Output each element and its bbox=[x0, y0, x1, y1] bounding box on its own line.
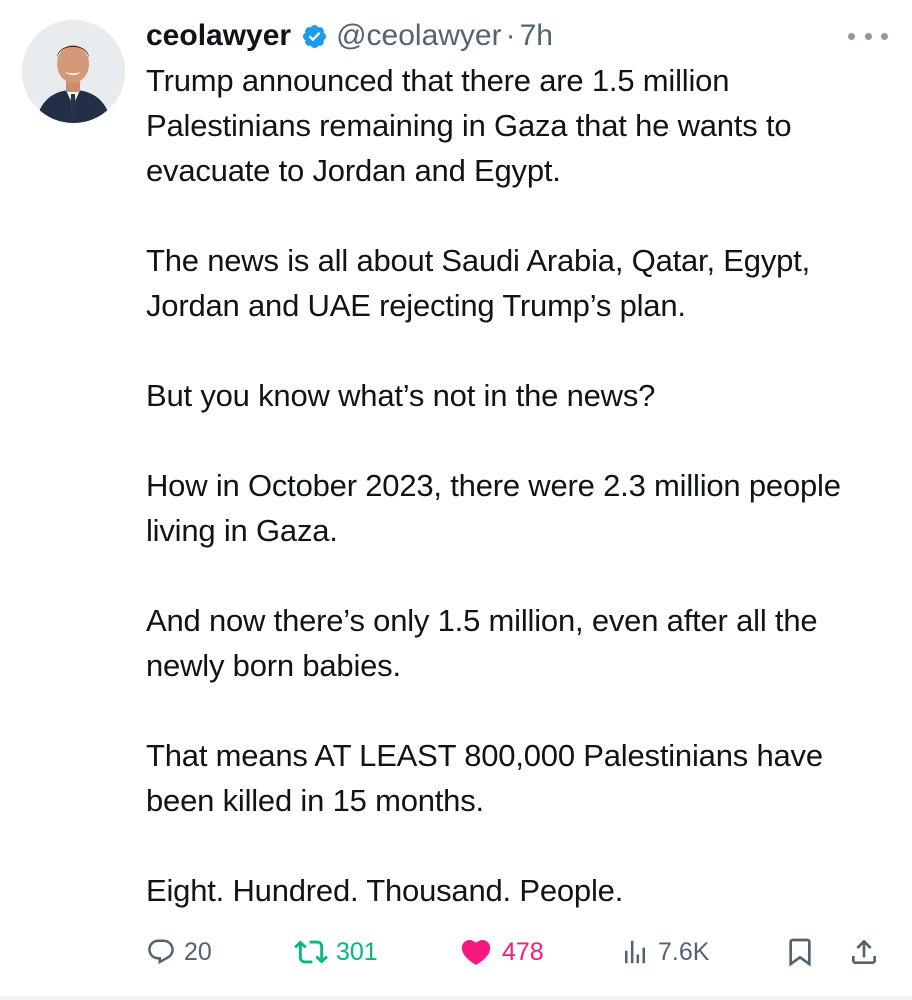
tweet-header: ceolawyer @ceolawyer · 7h bbox=[146, 14, 553, 58]
like-button[interactable]: 478 bbox=[458, 928, 544, 976]
tweet-paragraph: How in October 2023, there were 2.3 mill… bbox=[146, 468, 841, 548]
timestamp[interactable]: 7h bbox=[520, 14, 553, 58]
avatar-photo bbox=[22, 20, 125, 123]
views-button[interactable]: 7.6K bbox=[620, 928, 709, 976]
like-count: 478 bbox=[502, 937, 544, 966]
tweet-paragraph: Eight. Hundred. Thousand. People. bbox=[146, 873, 624, 908]
more-dot bbox=[881, 32, 888, 40]
user-handle[interactable]: @ceolawyer bbox=[336, 14, 502, 58]
reply-button[interactable]: 20 bbox=[146, 928, 212, 976]
avatar[interactable] bbox=[22, 20, 125, 123]
tweet-text: Trump announced that there are 1.5 milli… bbox=[146, 58, 894, 913]
tweet: ceolawyer @ceolawyer · 7h Trump announce… bbox=[0, 0, 912, 1000]
verified-badge-icon bbox=[301, 23, 328, 50]
retweet-button[interactable]: 301 bbox=[294, 928, 378, 976]
action-bar: 20 301 478 7.6K bbox=[146, 928, 894, 976]
tweet-paragraph: The news is all about Saudi Arabia, Qata… bbox=[146, 243, 810, 323]
divider bbox=[0, 996, 912, 1000]
retweet-icon bbox=[294, 940, 328, 964]
bookmark-icon bbox=[789, 938, 811, 967]
share-button[interactable] bbox=[848, 928, 880, 976]
views-count: 7.6K bbox=[658, 937, 710, 966]
tweet-paragraph: Trump announced that there are 1.5 milli… bbox=[146, 63, 792, 188]
more-dot bbox=[848, 32, 855, 40]
tweet-paragraph: That means AT LEAST 800,000 Palestinians… bbox=[146, 738, 823, 818]
tweet-paragraph: And now there’s only 1.5 million, even a… bbox=[146, 603, 818, 683]
bookmark-button[interactable] bbox=[784, 928, 816, 976]
reply-icon bbox=[148, 939, 174, 965]
tweet-paragraph: But you know what’s not in the news? bbox=[146, 378, 656, 413]
more-icon[interactable] bbox=[848, 26, 888, 46]
views-icon bbox=[625, 940, 645, 964]
more-dot bbox=[864, 32, 872, 40]
display-name[interactable]: ceolawyer bbox=[146, 14, 291, 58]
reply-count: 20 bbox=[184, 937, 212, 966]
header-separator: · bbox=[505, 19, 516, 52]
share-icon bbox=[852, 939, 876, 964]
heart-icon bbox=[461, 939, 491, 965]
retweet-count: 301 bbox=[336, 937, 378, 966]
